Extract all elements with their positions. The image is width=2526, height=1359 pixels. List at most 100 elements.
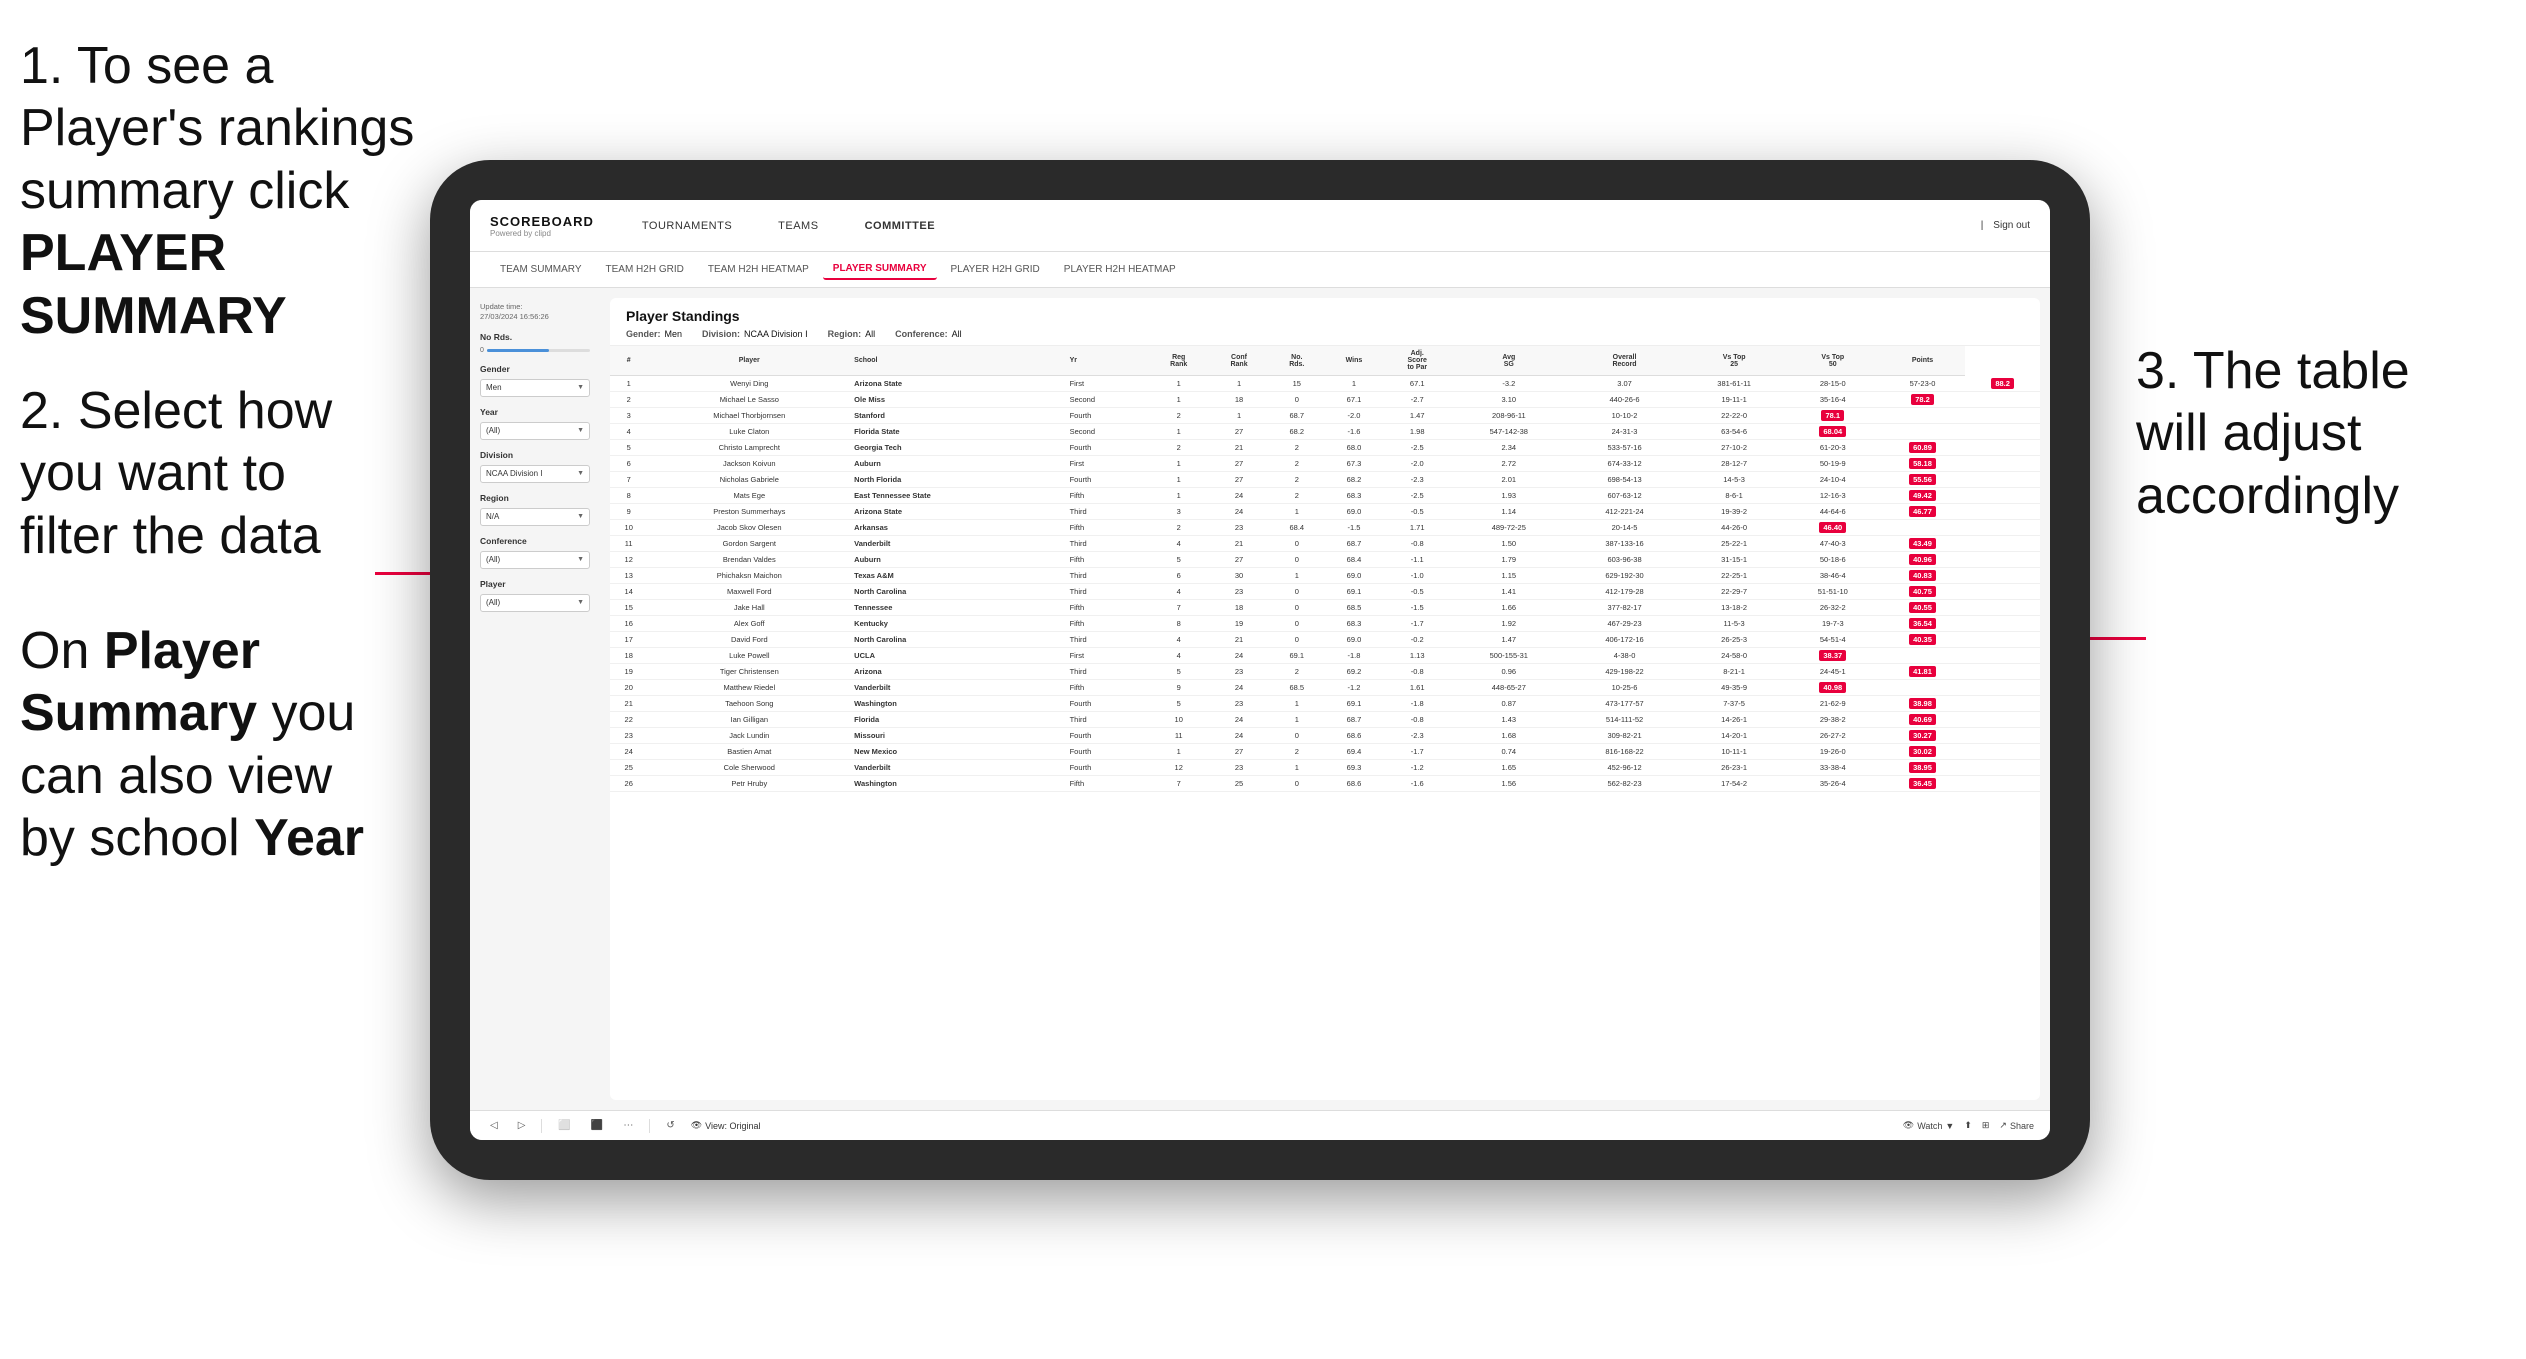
table-cell: North Carolina	[851, 584, 1066, 600]
table-cell: 88.2	[1965, 376, 2040, 392]
table-cell: 14-26-1	[1682, 712, 1785, 728]
table-cell: 27	[1209, 744, 1269, 760]
gender-label: Gender	[480, 364, 590, 374]
table-cell: 24-10-4	[1786, 472, 1880, 488]
table-cell: 23	[1209, 584, 1269, 600]
toolbar-more[interactable]: ⋯	[619, 1118, 637, 1133]
table-cell: 24-58-0	[1682, 648, 1785, 664]
sub-nav-team-h2h-grid[interactable]: TEAM H2H GRID	[596, 260, 694, 279]
table-cell: 38.37	[1786, 648, 1880, 664]
table-scroll-area[interactable]: # Player School Yr RegRank ConfRank No.R…	[610, 346, 2040, 1100]
table-cell: Fourth	[1067, 696, 1149, 712]
table-cell: 68.4	[1324, 552, 1383, 568]
table-cell: 0	[1269, 600, 1324, 616]
region-select[interactable]: N/A ▼	[480, 508, 590, 526]
toolbar-refresh[interactable]: ↺	[662, 1118, 678, 1133]
nav-committee[interactable]: COMMITTEE	[857, 216, 944, 236]
table-cell: Luke Claton	[647, 424, 851, 440]
table-row: 13Phichaksn MaichonTexas A&MThird630169.…	[610, 568, 2040, 584]
division-select[interactable]: NCAA Division I ▼	[480, 465, 590, 483]
gender-select[interactable]: Men ▼	[480, 379, 590, 397]
table-cell: 46.40	[1786, 520, 1880, 536]
table-cell: North Florida	[851, 472, 1066, 488]
toolbar-copy[interactable]: ⬜	[554, 1118, 574, 1133]
table-cell: 54-51-4	[1786, 632, 1880, 648]
sign-out-link[interactable]: Sign out	[1993, 220, 2030, 231]
table-cell: 68.2	[1324, 472, 1383, 488]
table-cell: 1	[1324, 376, 1383, 392]
table-cell: Arizona	[851, 664, 1066, 680]
player-select[interactable]: (All) ▼	[480, 594, 590, 612]
toolbar-right: 👁 Watch ▼ ⬆ ⊞ ↗ Share	[1903, 1120, 2034, 1131]
table-row: 20Matthew RiedelVanderbiltFifth92468.5-1…	[610, 680, 2040, 696]
table-cell: 78.2	[1880, 392, 1966, 408]
table-cell: 25-22-1	[1682, 536, 1785, 552]
table-cell: 24-31-3	[1567, 424, 1683, 440]
table-cell: 40.98	[1786, 680, 1880, 696]
nav-teams[interactable]: TEAMS	[770, 216, 826, 236]
table-cell: Michael Thorbjornsen	[647, 408, 851, 424]
sidebar-gender-section: Gender Men ▼	[480, 364, 590, 397]
sub-nav-player-summary[interactable]: PLAYER SUMMARY	[823, 259, 937, 280]
table-cell: 1	[1149, 488, 1209, 504]
table-cell: 24	[1209, 648, 1269, 664]
table-cell: 60.89	[1880, 440, 1966, 456]
table-cell: 23	[610, 728, 647, 744]
table-cell: 4	[1149, 648, 1209, 664]
table-cell: Christo Lamprecht	[647, 440, 851, 456]
table-cell: 69.1	[1324, 696, 1383, 712]
year-select[interactable]: (All) ▼	[480, 422, 590, 440]
table-cell: 0	[1269, 776, 1324, 792]
table-cell: 387-133-16	[1567, 536, 1683, 552]
toolbar-paste[interactable]: ⬛	[587, 1118, 607, 1133]
table-cell: Fifth	[1067, 776, 1149, 792]
table-cell: 6	[610, 456, 647, 472]
sub-nav-team-h2h-heatmap[interactable]: TEAM H2H HEATMAP	[698, 260, 819, 279]
sub-nav-player-h2h-heatmap[interactable]: PLAYER H2H HEATMAP	[1054, 260, 1186, 279]
table-cell: 19-26-0	[1786, 744, 1880, 760]
table-cell: 69.0	[1324, 568, 1383, 584]
table-cell: 68.4	[1269, 520, 1324, 536]
table-cell: 68.6	[1324, 728, 1383, 744]
table-cell: Brendan Valdes	[647, 552, 851, 568]
table-filter-row: Gender: Men Division: NCAA Division I Re…	[626, 329, 2024, 339]
table-cell: 28-12-7	[1682, 456, 1785, 472]
nav-tournaments[interactable]: TOURNAMENTS	[634, 216, 740, 236]
table-cell: 11	[1149, 728, 1209, 744]
table-cell: 68.3	[1324, 616, 1383, 632]
toolbar-back[interactable]: ◁	[486, 1118, 502, 1133]
table-cell: Third	[1067, 504, 1149, 520]
table-cell: 50-18-6	[1786, 552, 1880, 568]
filter-gender-label: Gender:	[626, 329, 661, 339]
conference-select[interactable]: (All) ▼	[480, 551, 590, 569]
grid-btn[interactable]: ⊞	[1982, 1120, 1990, 1131]
table-cell: 21	[1209, 440, 1269, 456]
sub-nav-player-h2h-grid[interactable]: PLAYER H2H GRID	[941, 260, 1050, 279]
sidebar-conference-section: Conference (All) ▼	[480, 536, 590, 569]
share-icon: ↗	[1999, 1120, 2007, 1131]
table-cell: 69.1	[1269, 648, 1324, 664]
table-cell: 3	[1149, 504, 1209, 520]
watch-btn[interactable]: 👁 Watch ▼	[1903, 1120, 1955, 1131]
player-arrow: ▼	[577, 599, 584, 606]
table-cell: 0	[1269, 728, 1324, 744]
table-cell: Ole Miss	[851, 392, 1066, 408]
no-rds-slider[interactable]	[487, 349, 590, 352]
table-cell: 31-15-1	[1682, 552, 1785, 568]
table-cell: 2	[1269, 456, 1324, 472]
table-cell: Arkansas	[851, 520, 1066, 536]
col-vs-top-25: Vs Top25	[1682, 346, 1785, 376]
table-cell: Jake Hall	[647, 600, 851, 616]
col-avg-sg: AvgSG	[1451, 346, 1567, 376]
table-cell: 1.92	[1451, 616, 1567, 632]
sub-nav-team-summary[interactable]: TEAM SUMMARY	[490, 260, 592, 279]
table-cell: 10	[610, 520, 647, 536]
table-cell: 24	[1209, 728, 1269, 744]
update-label: Update time: 27/03/2024 16:56:26	[480, 302, 590, 322]
export-btn[interactable]: ⬆	[1964, 1120, 1972, 1131]
table-cell: 21	[1209, 632, 1269, 648]
toolbar-forward[interactable]: ▷	[514, 1118, 530, 1133]
share-btn[interactable]: ↗ Share	[1999, 1120, 2034, 1131]
table-cell: 67.3	[1324, 456, 1383, 472]
table-cell: Mats Ege	[647, 488, 851, 504]
